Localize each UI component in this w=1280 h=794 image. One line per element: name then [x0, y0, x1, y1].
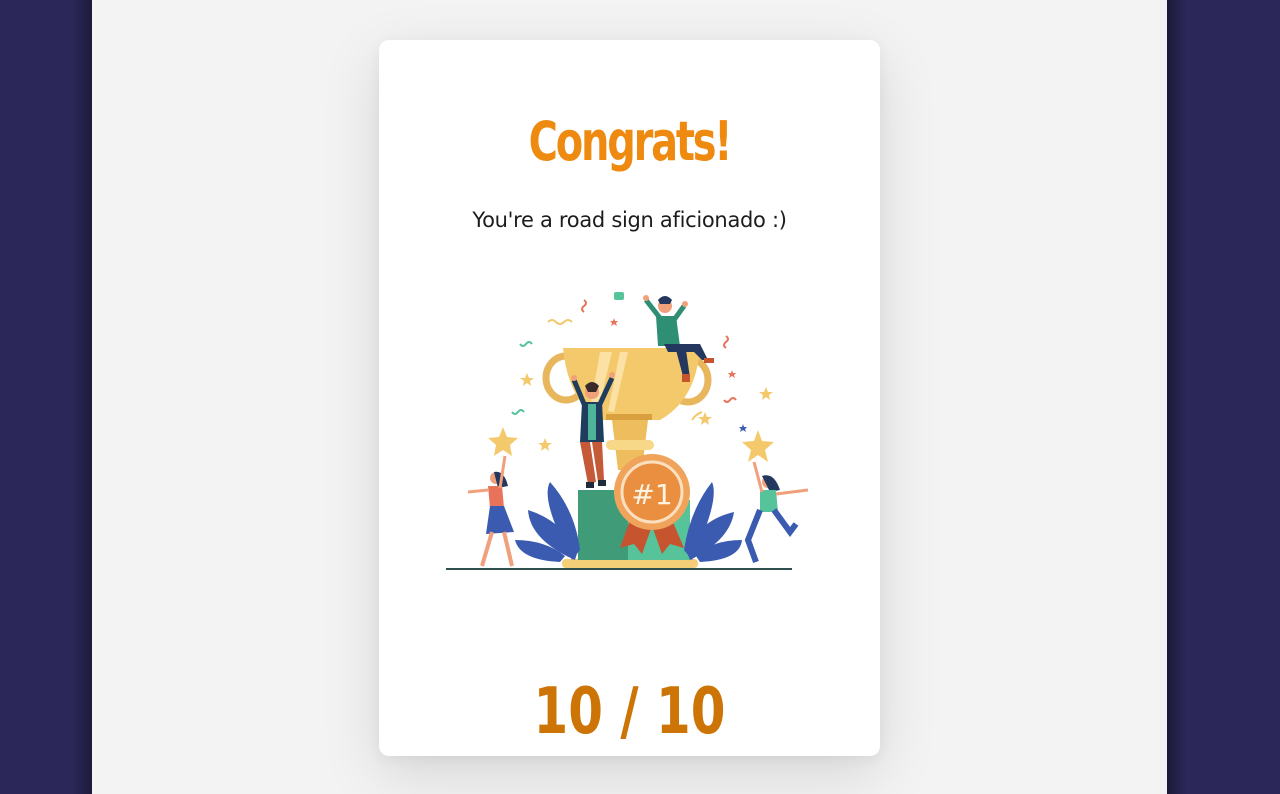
person-left-holding-star	[467, 427, 518, 567]
medal-label: #1	[631, 478, 672, 511]
trophy-celebration-illustration: #1	[446, 292, 809, 570]
result-message: You're a road sign aficionado :)	[472, 208, 787, 232]
score-display: 10 / 10	[533, 675, 726, 749]
star-icon	[742, 430, 774, 462]
leaves-left	[515, 482, 580, 562]
congrats-title: Congrats!	[528, 110, 733, 173]
leaves-right	[684, 482, 742, 562]
right-edge-shadow	[1167, 0, 1187, 794]
person-jumping-center	[571, 372, 615, 488]
person-right-holding-star	[742, 430, 809, 564]
left-edge-shadow	[72, 0, 92, 794]
star-icon	[488, 427, 518, 456]
